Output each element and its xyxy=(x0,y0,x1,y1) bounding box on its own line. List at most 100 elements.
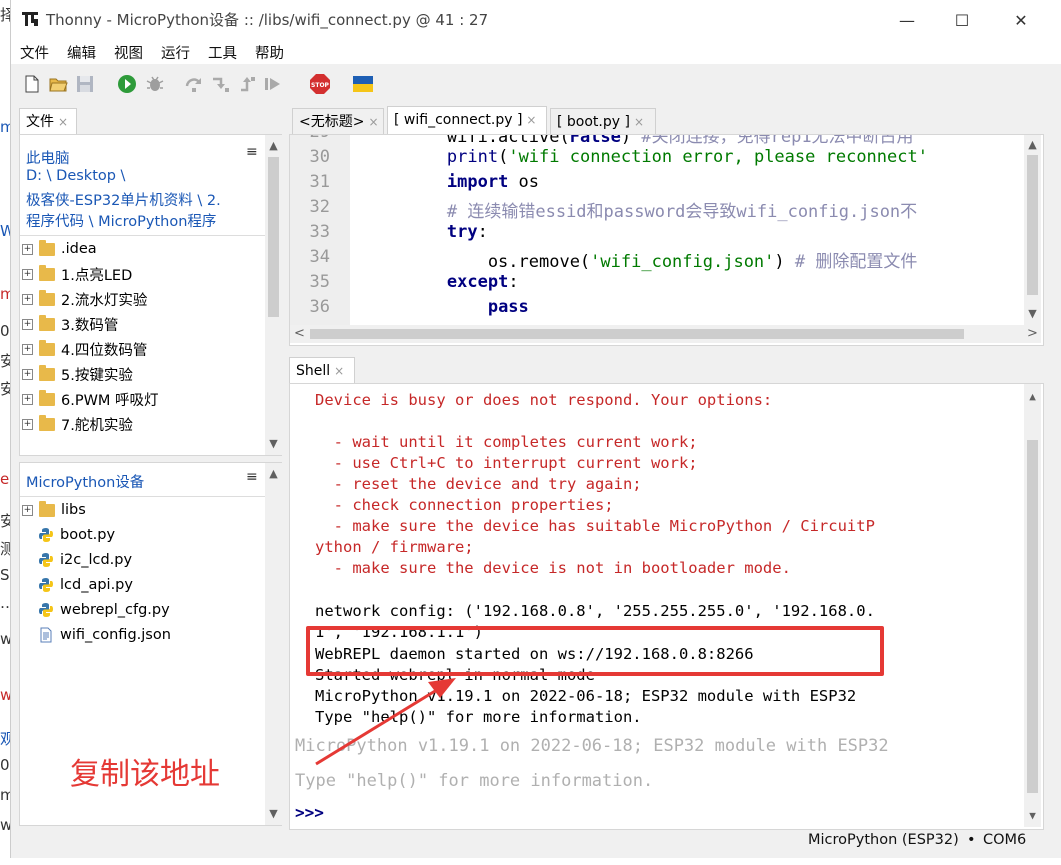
scroll-left-icon[interactable]: < xyxy=(294,326,305,341)
tab-files[interactable]: 文件 × xyxy=(19,108,77,134)
device-files-scrollbar[interactable]: ▲ ▼ xyxy=(265,463,282,825)
list-item[interactable]: lcd_api.py xyxy=(38,573,133,597)
expand-icon[interactable]: + xyxy=(22,343,33,355)
list-item[interactable]: webrepl_cfg.py xyxy=(38,598,170,622)
resume-icon[interactable] xyxy=(263,74,283,94)
tab-wifi-connect[interactable]: [ wifi_connect.py ] × xyxy=(387,106,547,134)
shell-prompt[interactable]: >>> xyxy=(295,803,324,822)
code-line: # 连续输错essid和password会导致wifi_config.json不 xyxy=(446,202,918,222)
list-item[interactable]: +3.数码管 xyxy=(22,312,118,336)
list-item[interactable]: +2.流水灯实验 xyxy=(22,287,147,311)
path-breadcrumb[interactable]: 极客侠-ESP32单片机资料 \ 2. xyxy=(26,189,221,210)
path-breadcrumb[interactable]: 程序代码 \ MicroPython程序 xyxy=(26,210,216,231)
run-icon[interactable] xyxy=(117,74,137,94)
list-item[interactable]: + .idea xyxy=(22,237,97,261)
status-separator: • xyxy=(967,832,976,848)
scroll-up-icon[interactable]: ▲ xyxy=(265,139,282,152)
list-item[interactable]: +1.点亮LED xyxy=(22,262,132,286)
background-char: 0 xyxy=(0,756,10,774)
expand-icon[interactable]: + xyxy=(22,418,33,430)
menu-edit[interactable]: 编辑 xyxy=(67,42,96,63)
file-name: boot.py xyxy=(60,527,116,543)
close-icon[interactable]: × xyxy=(634,115,644,129)
list-item[interactable]: boot.py xyxy=(38,523,115,547)
expand-icon[interactable]: + xyxy=(22,504,33,516)
interpreter-status[interactable]: MicroPython (ESP32) xyxy=(808,832,959,848)
scroll-up-icon[interactable]: ▲ xyxy=(1024,138,1041,151)
list-item[interactable]: +5.按键实验 xyxy=(22,362,133,386)
list-item[interactable]: + libs xyxy=(22,498,86,522)
background-char: 0 xyxy=(0,322,10,340)
menu-help[interactable]: 帮助 xyxy=(255,42,284,63)
stop-icon[interactable]: STOP xyxy=(309,73,331,95)
title-bar[interactable]: Thonny - MicroPython设备 :: /libs/wifi_con… xyxy=(11,0,1061,38)
scroll-up-icon[interactable]: ▲ xyxy=(265,467,282,480)
step-out-icon[interactable] xyxy=(237,74,257,94)
close-icon[interactable]: × xyxy=(526,113,536,127)
expand-icon[interactable]: + xyxy=(22,243,33,255)
scroll-down-icon[interactable]: ▼ xyxy=(265,437,282,450)
code-editor[interactable]: 29 wifi.active(False) #关闭连接，免得rep1无法中断占用… xyxy=(289,134,1044,346)
tab-label: [ wifi_connect.py ] xyxy=(394,112,523,128)
expand-icon[interactable]: + xyxy=(22,393,33,405)
code-line: except: xyxy=(446,272,519,292)
tab-boot[interactable]: [ boot.py ] × xyxy=(550,108,656,134)
shell-error-line: - check connection properties; xyxy=(315,496,614,514)
list-item[interactable]: +7.舵机实验 xyxy=(22,412,133,436)
expand-icon[interactable]: + xyxy=(22,268,33,280)
close-icon[interactable]: × xyxy=(368,115,378,129)
step-over-icon[interactable] xyxy=(184,74,204,94)
scroll-up-icon[interactable]: ▲ xyxy=(1024,390,1041,403)
shell-console[interactable]: Device is busy or does not respond. Your… xyxy=(289,383,1044,830)
file-name: wifi_config.json xyxy=(60,627,171,643)
expand-icon[interactable]: + xyxy=(22,318,33,330)
editor-hscrollbar[interactable]: < > xyxy=(290,325,1041,343)
scrollbar-thumb[interactable] xyxy=(1027,440,1038,793)
list-item[interactable]: +6.PWM 呼吸灯 xyxy=(22,387,159,411)
expand-icon[interactable]: + xyxy=(22,368,33,380)
step-into-icon[interactable] xyxy=(210,74,230,94)
local-files-panel: 此电脑 ≡ D: \ Desktop \ 极客侠-ESP32单片机资料 \ 2.… xyxy=(19,134,282,456)
list-item[interactable]: +4.四位数码管 xyxy=(22,337,147,361)
scroll-down-icon[interactable]: ▼ xyxy=(1024,307,1041,320)
folder-icon xyxy=(39,314,55,331)
list-item[interactable]: wifi_config.json xyxy=(38,623,171,647)
port-status[interactable]: COM6 xyxy=(983,832,1026,848)
menu-run[interactable]: 运行 xyxy=(161,42,190,63)
scrollbar-thumb[interactable] xyxy=(268,157,279,317)
path-breadcrumb[interactable]: D: \ Desktop \ xyxy=(26,168,125,184)
folder-icon xyxy=(39,389,55,406)
menu-icon[interactable]: ≡ xyxy=(246,469,258,485)
scrollbar-thumb[interactable] xyxy=(1027,155,1038,295)
shell-scrollbar[interactable]: ▲ ▼ xyxy=(1024,384,1041,827)
scroll-right-icon[interactable]: > xyxy=(1027,326,1038,341)
save-icon[interactable] xyxy=(75,74,95,94)
menu-icon[interactable]: ≡ xyxy=(246,144,258,160)
open-file-icon[interactable] xyxy=(48,74,68,94)
tab-untitled[interactable]: <无标题> × xyxy=(292,108,384,134)
flag-icon[interactable] xyxy=(352,74,374,94)
debug-icon[interactable] xyxy=(145,74,165,94)
tab-shell[interactable]: Shell × xyxy=(289,357,355,383)
close-icon[interactable]: × xyxy=(58,115,68,129)
close-icon[interactable]: × xyxy=(334,364,344,378)
expand-icon[interactable]: + xyxy=(22,293,33,305)
device-title-link[interactable]: MicroPython设备 xyxy=(26,471,144,492)
maximize-button[interactable]: ☐ xyxy=(939,6,985,34)
list-item[interactable]: i2c_lcd.py xyxy=(38,548,132,572)
editor-vscrollbar[interactable]: ▲ ▼ xyxy=(1024,135,1041,325)
scroll-down-icon[interactable]: ▼ xyxy=(265,807,282,820)
scroll-down-icon[interactable]: ▼ xyxy=(1024,809,1041,822)
file-name: .idea xyxy=(61,241,97,257)
local-computer-link[interactable]: 此电脑 xyxy=(26,147,70,168)
menu-view[interactable]: 视图 xyxy=(114,42,143,63)
menu-file[interactable]: 文件 xyxy=(20,42,49,63)
close-window-button[interactable]: ✕ xyxy=(998,6,1044,34)
local-files-scrollbar[interactable]: ▲ ▼ xyxy=(265,135,282,455)
scrollbar-thumb[interactable] xyxy=(310,329,964,339)
folder-icon xyxy=(39,264,55,281)
minimize-button[interactable]: — xyxy=(884,6,930,34)
new-file-icon[interactable] xyxy=(22,74,42,94)
line-number: 36 xyxy=(309,297,330,317)
menu-tools[interactable]: 工具 xyxy=(208,42,237,63)
